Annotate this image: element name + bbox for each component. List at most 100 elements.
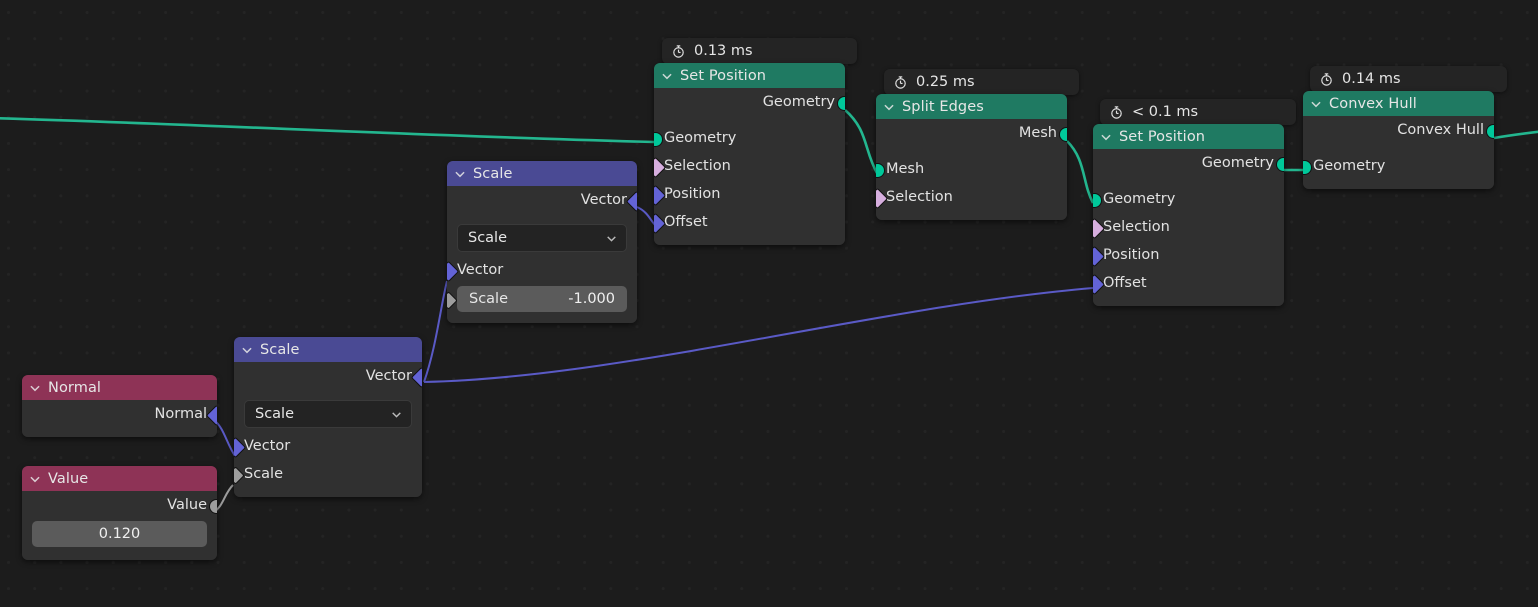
socket-sp1-geometry-input[interactable] — [654, 131, 663, 147]
stopwatch-icon — [1321, 72, 1332, 86]
row-spacer — [654, 116, 845, 124]
node-normal[interactable]: Normal Normal — [22, 375, 217, 437]
node-convex-hull[interactable]: Convex Hull Convex Hull Geometry — [1303, 91, 1494, 189]
socket-scaleright-scale-input[interactable] — [447, 290, 458, 310]
socket-row-scaleright-scale-in: Scale -1.000 — [447, 284, 637, 314]
socket-label: Geometry — [1103, 191, 1176, 207]
stopwatch-icon — [673, 44, 684, 58]
socket-row-scaleright-vector-out: Vector — [447, 186, 637, 214]
node-header-scale-left[interactable]: Scale — [234, 337, 422, 362]
socket-label: Selection — [1103, 219, 1170, 235]
socket-row-splitedges-mesh-in: Mesh — [876, 155, 1067, 183]
socket-label: Selection — [886, 189, 953, 205]
link-convexhull-to-offscreen — [1493, 130, 1538, 140]
timer-badge-set-position-1: 0.13 ms — [662, 38, 857, 64]
chevron-down-icon[interactable] — [28, 381, 42, 395]
row-spacer — [1093, 177, 1284, 185]
node-header-set-position-2[interactable]: Set Position — [1093, 124, 1284, 149]
socket-label: Geometry — [1201, 155, 1274, 171]
chevron-down-icon[interactable] — [605, 232, 618, 245]
stopwatch-icon — [1111, 105, 1122, 119]
link-setposition1-to-splitedges — [844, 109, 879, 174]
node-value[interactable]: Value Value 0.120 — [22, 466, 217, 560]
node-title: Scale — [260, 341, 300, 358]
node-body-convex-hull: Convex Hull Geometry — [1303, 116, 1494, 189]
socket-label: Position — [664, 186, 721, 202]
socket-value-output[interactable] — [208, 498, 217, 514]
scaleright-scale-field[interactable]: Scale -1.000 — [457, 286, 627, 312]
scaleleft-operation-dropdown[interactable]: Scale — [244, 400, 412, 428]
timer-badge-set-position-2: < 0.1 ms — [1100, 99, 1296, 125]
socket-label: Offset — [1103, 275, 1147, 291]
dropdown-value: Scale — [468, 230, 508, 246]
socket-row-sp1-position-in: Position — [654, 180, 845, 208]
node-split-edges[interactable]: Split Edges Mesh Mesh Selection — [876, 94, 1067, 220]
socket-row-scaleright-vector-in: Vector — [447, 256, 637, 284]
timer-value: 0.13 ms — [694, 43, 753, 59]
node-title: Split Edges — [902, 98, 984, 115]
chevron-down-icon[interactable] — [240, 343, 254, 357]
socket-row-splitedges-selection-in: Selection — [876, 183, 1067, 211]
node-title: Value — [48, 470, 89, 487]
socket-scaleleft-scale-input[interactable] — [234, 465, 245, 485]
socket-row-splitedges-mesh-out: Mesh — [876, 119, 1067, 147]
chevron-down-icon[interactable] — [660, 69, 674, 83]
scaleright-operation-dropdown[interactable]: Scale — [457, 224, 627, 252]
node-header-set-position-1[interactable]: Set Position — [654, 63, 845, 88]
node-header-normal[interactable]: Normal — [22, 375, 217, 400]
node-set-position-2[interactable]: Set Position Geometry Geometry Selection — [1093, 124, 1284, 306]
stopwatch-icon — [895, 75, 906, 89]
row-spacer — [1303, 144, 1494, 152]
timer-value: < 0.1 ms — [1132, 104, 1199, 120]
socket-label: Vector — [244, 438, 291, 454]
socket-splitedges-mesh-input[interactable] — [876, 162, 885, 178]
socket-label: Value — [167, 497, 207, 513]
node-editor-canvas[interactable]: 0.13 ms 0.25 ms < 0.1 ms 0.14 ms Normal … — [0, 0, 1538, 607]
socket-label: Offset — [664, 214, 708, 230]
node-title: Scale — [473, 165, 513, 182]
chevron-down-icon[interactable] — [453, 167, 467, 181]
row-spacer — [876, 147, 1067, 155]
socket-sp1-geometry-output[interactable] — [836, 95, 845, 111]
node-scale-right[interactable]: Scale Vector Scale Vector Scale -1.000 — [447, 161, 637, 323]
chevron-down-icon[interactable] — [1309, 97, 1323, 111]
chevron-down-icon[interactable] — [390, 408, 403, 421]
timer-value: 0.25 ms — [916, 74, 975, 90]
socket-splitedges-mesh-output[interactable] — [1058, 126, 1067, 142]
chevron-down-icon[interactable] — [1099, 130, 1113, 144]
socket-row-sp2-position-in: Position — [1093, 241, 1284, 269]
row-spacer — [234, 390, 422, 398]
socket-sp2-geometry-output[interactable] — [1275, 156, 1284, 172]
timer-value: 0.14 ms — [1342, 71, 1401, 87]
timer-badge-convex-hull: 0.14 ms — [1310, 66, 1507, 92]
node-header-scale-right[interactable]: Scale — [447, 161, 637, 186]
chevron-down-icon[interactable] — [882, 100, 896, 114]
socket-scaleleft-vector-output[interactable] — [410, 366, 422, 388]
node-body-set-position-2: Geometry Geometry Selection Position Off… — [1093, 149, 1284, 306]
socket-convexhull-geometry-input[interactable] — [1303, 159, 1312, 175]
link-offscreen-to-setposition1 — [0, 116, 655, 144]
node-body-split-edges: Mesh Mesh Selection — [876, 119, 1067, 220]
node-title: Convex Hull — [1329, 95, 1417, 112]
link-normal-to-scaleleft-vector — [213, 419, 236, 457]
socket-sp2-geometry-input[interactable] — [1093, 192, 1102, 208]
value-number-field[interactable]: 0.120 — [32, 521, 207, 547]
node-header-split-edges[interactable]: Split Edges — [876, 94, 1067, 119]
socket-label: Mesh — [886, 161, 925, 177]
socket-scaleright-vector-output[interactable] — [625, 190, 637, 212]
socket-row-sp1-selection-in: Selection — [654, 152, 845, 180]
node-header-value[interactable]: Value — [22, 466, 217, 491]
chevron-down-icon[interactable] — [28, 472, 42, 486]
node-set-position-1[interactable]: Set Position Geometry Geometry Selection — [654, 63, 845, 245]
node-header-convex-hull[interactable]: Convex Hull — [1303, 91, 1494, 116]
socket-row-convexhull-out: Convex Hull — [1303, 116, 1494, 144]
socket-convexhull-output[interactable] — [1485, 123, 1494, 139]
socket-row-sp2-selection-in: Selection — [1093, 213, 1284, 241]
socket-label: Vector — [365, 368, 412, 384]
row-spacer — [447, 214, 637, 222]
node-scale-left[interactable]: Scale Vector Scale Vector Scale — [234, 337, 422, 497]
node-title: Normal — [48, 379, 102, 396]
dropdown-value: Scale — [255, 406, 295, 422]
node-title: Set Position — [680, 67, 767, 84]
socket-normal-output[interactable] — [205, 404, 217, 426]
